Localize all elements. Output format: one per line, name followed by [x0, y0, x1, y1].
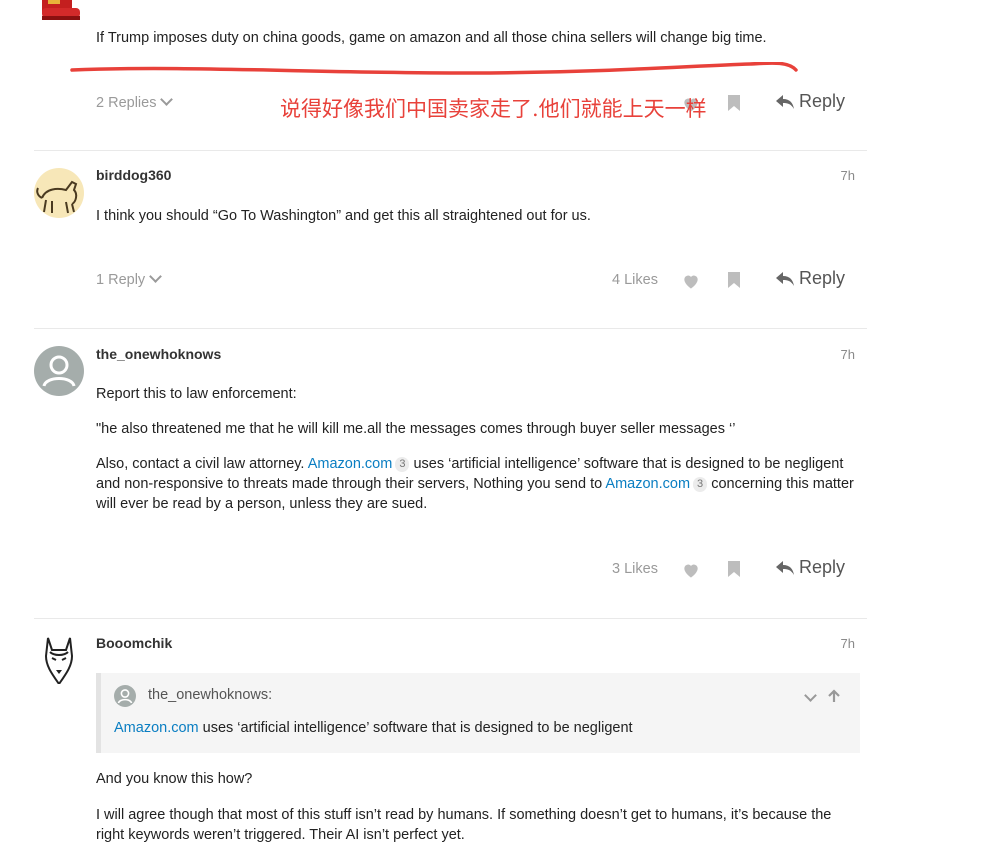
reply-button[interactable]: Reply [775, 557, 845, 578]
username[interactable]: birddog360 [96, 167, 171, 183]
reply-arrow-icon [776, 272, 794, 286]
chevron-down-icon [160, 93, 174, 106]
heart-icon[interactable] [681, 560, 701, 580]
handwritten-annotation-text: 说得好像我们中国卖家走了.他们就能上天一样 [280, 97, 707, 121]
post-time[interactable]: 7h [841, 168, 855, 183]
bookmark-icon[interactable] [727, 271, 741, 289]
post-text: I will agree though that most of this st… [96, 807, 832, 843]
avatar[interactable] [34, 346, 84, 396]
reply-arrow-icon [776, 561, 794, 575]
post-time[interactable]: 7h [841, 636, 855, 651]
arrow-up-icon[interactable] [827, 689, 841, 703]
amazon-link[interactable]: Amazon.com [308, 456, 393, 472]
likes-count[interactable]: 4 Likes [612, 272, 658, 288]
default-user-icon [114, 685, 136, 707]
post-text: Also, contact a civil law attorney. Amaz… [96, 456, 854, 512]
likes-count[interactable]: 3 Likes [612, 561, 658, 577]
username[interactable]: Booomchik [96, 635, 172, 651]
replies-toggle[interactable]: 2 Replies [96, 93, 174, 111]
post-text: If Trump imposes duty on china goods, ga… [96, 30, 767, 46]
post-text: I think you should “Go To Washington” an… [96, 208, 591, 224]
default-user-icon [42, 355, 76, 387]
post-2: birddog360 7h I think you should “Go To … [34, 150, 867, 328]
red-boot-avatar-image [42, 0, 80, 20]
username[interactable]: the_onewhoknows [96, 346, 221, 362]
reply-button[interactable]: Reply [775, 91, 845, 112]
amazon-link[interactable]: Amazon.com [605, 476, 690, 492]
quote-block: the_onewhoknows: Amazon.com uses ‘artifi… [96, 673, 860, 753]
quote-text: Amazon.com uses ‘artificial intelligence… [114, 720, 633, 736]
chevron-down-icon[interactable] [804, 689, 817, 702]
reply-button[interactable]: Reply [775, 268, 845, 289]
german-shepherd-avatar-image [44, 637, 74, 684]
bookmark-icon[interactable] [727, 94, 741, 112]
red-underline-annotation [70, 62, 798, 75]
post-4: Booomchik 7h the_onewhoknows: Amazon.com… [34, 618, 867, 849]
reply-arrow-icon [776, 95, 794, 109]
link-click-count-badge: 3 [693, 477, 708, 492]
post-text: And you know this how? [96, 771, 253, 787]
avatar[interactable] [34, 168, 84, 218]
post-body: I think you should “Go To Washington” an… [96, 206, 856, 226]
replies-toggle[interactable]: 1 Reply [96, 270, 163, 288]
post-body: And you know this how? I will agree thou… [96, 769, 856, 845]
chevron-down-icon [149, 270, 163, 283]
dog-sketch-avatar-image [36, 180, 78, 214]
post-controls: 3 Likes Reply [96, 556, 856, 586]
bookmark-icon[interactable] [727, 560, 741, 578]
post-time[interactable]: 7h [841, 347, 855, 362]
quote-author[interactable]: the_onewhoknows: [148, 687, 272, 703]
heart-icon[interactable] [681, 271, 701, 291]
post-3: the_onewhoknows 7h Report this to law en… [34, 328, 867, 618]
avatar[interactable] [34, 634, 84, 684]
post-text: "he also threatened me that he will kill… [96, 421, 736, 437]
amazon-link[interactable]: Amazon.com [114, 720, 199, 736]
link-click-count-badge: 3 [395, 457, 410, 472]
post-body: Report this to law enforcement: "he also… [96, 384, 856, 514]
post-controls: 1 Reply 4 Likes Reply [96, 267, 856, 297]
post-text: Report this to law enforcement: [96, 386, 297, 402]
post-body: If Trump imposes duty on china goods, ga… [96, 28, 856, 48]
avatar[interactable] [34, 0, 84, 32]
